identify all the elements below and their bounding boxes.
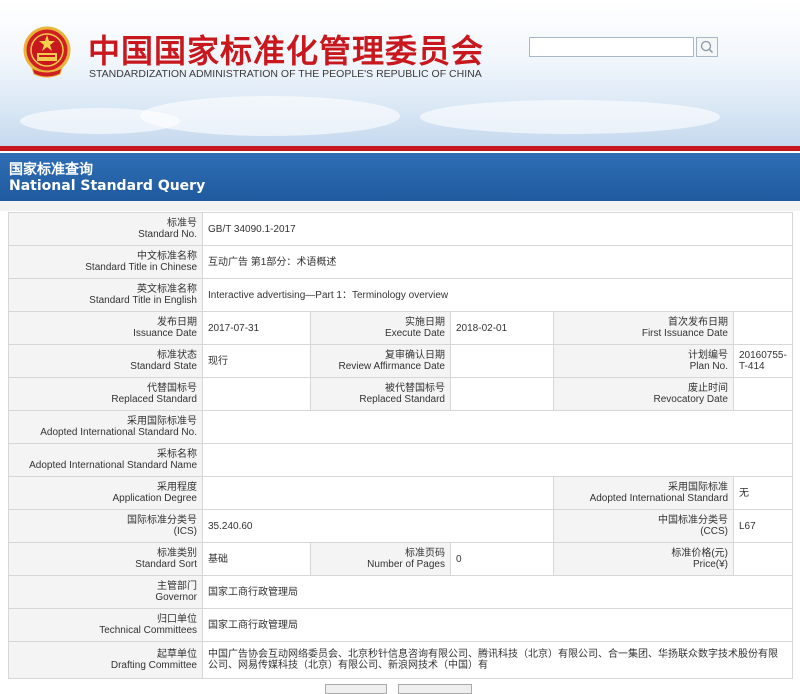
value-pages: 0 (450, 542, 554, 576)
site-title-en: STANDARDIZATION ADMINISTRATION OF THE PE… (89, 68, 482, 80)
row-replaced: 代替国标号 Replaced Standard 被代替国标号 Replaced St… (8, 377, 794, 411)
row-adopted-intl-name: 采标名称 Adopted International Standard Name (8, 443, 794, 477)
label-ccs: 中国标准分类号 (CCS) (553, 509, 734, 543)
row-adopted-intl-no: 采用国际标准号 Adopted International Standard No… (8, 410, 794, 444)
value-replaced-by (450, 377, 554, 411)
search-input[interactable] (529, 37, 694, 57)
value-ccs: L67 (732, 509, 794, 543)
row-application-degree: 采用程度 Application Degree 采用国际标准 Adopted Int… (8, 476, 794, 510)
label-plan-no: 计划编号 Plan No. (553, 344, 734, 378)
label-adopted-intl-name: 采标名称 Adopted International Standard Name (8, 443, 203, 477)
value-application-degree (202, 476, 554, 510)
value-adopted-intl-name (201, 443, 794, 477)
standard-details-table: 标准号 Standard No. GB/T 34090.1-2017 中文标准名称… (8, 212, 794, 679)
row-technical-committees: 归口单位 Technical Committees 国家工商行政管理局 (8, 608, 794, 642)
label-price: 标准价格(元) Price(¥) (553, 542, 734, 576)
label-governor: 主管部门 Governor (8, 575, 203, 609)
value-title-en: Interactive advertising—Part 1：Terminolo… (201, 278, 794, 312)
value-adopted-intl: 无 (732, 476, 794, 510)
label-application-degree: 采用程度 Application Degree (8, 476, 203, 510)
label-title-cn: 中文标准名称 Standard Title in Chinese (8, 245, 203, 279)
label-pages: 标准页码 Number of Pages (310, 542, 451, 576)
bottom-button-left[interactable] (325, 684, 387, 694)
row-drafting-committee: 起草单位 Drafting Committee 中国广告协会互动网络委员会、北京秒… (8, 641, 794, 679)
bottom-button-right[interactable] (398, 684, 472, 694)
row-title-cn: 中文标准名称 Standard Title in Chinese 互动广告 第1部… (8, 245, 794, 279)
value-standard-sort: 基础 (202, 542, 311, 576)
value-drafting-committee: 中国广告协会互动网络委员会、北京秒针信息咨询有限公司、腾讯科技（北京）有限公司、… (201, 641, 794, 679)
value-price (732, 542, 794, 576)
value-standard-state: 现行 (202, 344, 311, 378)
row-sort: 标准类别 Standard Sort 基础 标准页码 Number of Pages… (8, 542, 794, 576)
label-review-date: 复审确认日期 Review Affirmance Date (310, 344, 451, 378)
row-governor: 主管部门 Governor 国家工商行政管理局 (8, 575, 794, 609)
value-title-cn: 互动广告 第1部分：术语概述 (201, 245, 794, 279)
label-technical-committees: 归口单位 Technical Committees (8, 608, 203, 642)
value-review-date (450, 344, 554, 378)
row-title-en: 英文标准名称 Standard Title in English Interact… (8, 278, 794, 312)
label-standard-sort: 标准类别 Standard Sort (8, 542, 203, 576)
row-classification: 国际标准分类号 (ICS) 35.240.60 中国标准分类号 (CCS) L67 (8, 509, 794, 543)
row-state: 标准状态 Standard State 现行 复审确认日期 Review Affir… (8, 344, 794, 378)
section-gap (0, 201, 800, 211)
label-first-issuance: 首次发布日期 First Issuance Date (553, 311, 734, 345)
value-plan-no: 20160755-T-414 (732, 344, 794, 378)
section-title-cn: 国家标准查询 (9, 162, 93, 178)
search-icon (700, 40, 714, 54)
value-replaced-standard (202, 377, 311, 411)
section-title-en: National Standard Query (9, 178, 206, 194)
national-emblem-icon (23, 26, 71, 78)
label-drafting-committee: 起草单位 Drafting Committee (8, 641, 203, 679)
value-technical-committees: 国家工商行政管理局 (201, 608, 794, 642)
value-revocatory-date (732, 377, 794, 411)
value-execute-date: 2018-02-01 (450, 311, 554, 345)
label-revocatory-date: 废止时间 Revocatory Date (553, 377, 734, 411)
label-adopted-intl-no: 采用国际标准号 Adopted International Standard No… (8, 410, 203, 444)
header-divider (0, 146, 800, 151)
label-replaced-by: 被代替国标号 Replaced Standard (310, 377, 451, 411)
label-adopted-intl: 采用国际标准 Adopted International Standard (553, 476, 734, 510)
site-title-cn: 中国国家标准化管理委员会 (88, 32, 485, 70)
label-standard-no: 标准号 Standard No. (8, 212, 203, 246)
section-title-bar: 国家标准查询 National Standard Query (0, 153, 800, 201)
search-button[interactable] (696, 37, 718, 57)
value-ics: 35.240.60 (202, 509, 554, 543)
label-issuance-date: 发布日期 Issuance Date (8, 311, 203, 345)
row-dates: 发布日期 Issuance Date 2017-07-31 实施日期 Execute… (8, 311, 794, 345)
value-first-issuance (732, 311, 794, 345)
label-execute-date: 实施日期 Execute Date (310, 311, 451, 345)
label-replaced-standard: 代替国标号 Replaced Standard (8, 377, 203, 411)
value-issuance-date: 2017-07-31 (202, 311, 311, 345)
value-adopted-intl-no (201, 410, 794, 444)
label-title-en: 英文标准名称 Standard Title in English (8, 278, 203, 312)
label-ics: 国际标准分类号 (ICS) (8, 509, 203, 543)
row-standard-no: 标准号 Standard No. GB/T 34090.1-2017 (8, 212, 794, 246)
label-standard-state: 标准状态 Standard State (8, 344, 203, 378)
value-governor: 国家工商行政管理局 (201, 575, 794, 609)
value-standard-no: GB/T 34090.1-2017 (201, 212, 794, 246)
